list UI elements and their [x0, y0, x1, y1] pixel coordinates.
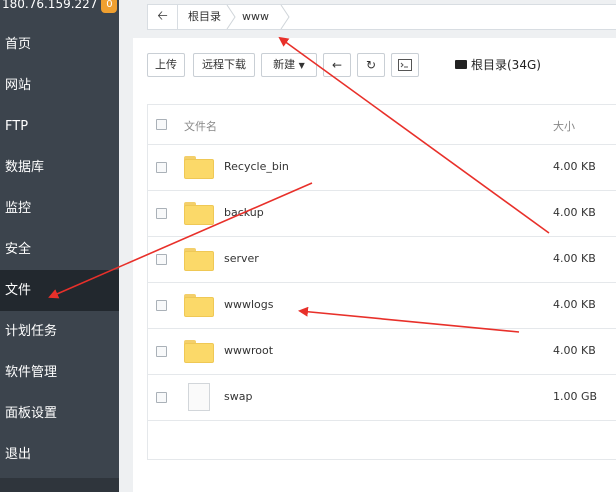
sidebar-item-label: 数据库: [5, 160, 45, 175]
row-checkbox[interactable]: [156, 346, 167, 357]
arrow-left-icon: 🡠: [157, 9, 168, 24]
row-checkbox[interactable]: [156, 392, 167, 403]
sidebar-item-label: 网站: [5, 78, 32, 93]
refresh-button[interactable]: ↻: [357, 53, 385, 77]
file-icon: [188, 383, 210, 411]
breadcrumb-separator-icon: [280, 5, 290, 29]
header-filename[interactable]: 文件名: [184, 118, 217, 134]
row-checkbox[interactable]: [156, 208, 167, 219]
breadcrumb-www[interactable]: www: [242, 5, 269, 29]
caret-down-icon: ▼: [298, 61, 305, 70]
back-button[interactable]: 🡠: [148, 5, 178, 29]
breadcrumb: 🡠 根目录 www: [147, 4, 616, 30]
disk-usage-text: 根目录(34G): [471, 58, 541, 72]
file-size: 1.00 GB: [553, 390, 598, 403]
file-size: 4.00 KB: [553, 206, 596, 219]
terminal-button[interactable]: [391, 53, 419, 77]
server-ip: 180.76.159.227: [2, 0, 98, 11]
folder-icon: [184, 294, 214, 317]
file-name[interactable]: Recycle_bin: [224, 160, 289, 173]
file-size: 4.00 KB: [553, 344, 596, 357]
file-size: 4.00 KB: [553, 298, 596, 311]
row-checkbox[interactable]: [156, 300, 167, 311]
file-name[interactable]: wwwroot: [224, 344, 273, 357]
row-checkbox[interactable]: [156, 162, 167, 173]
table-row[interactable]: wwwroot 4.00 KB: [148, 329, 616, 375]
sidebar-item-software[interactable]: 软件管理: [0, 352, 119, 393]
folder-icon: [184, 340, 214, 363]
sidebar-item-ftp[interactable]: FTP: [0, 106, 119, 147]
row-checkbox[interactable]: [156, 254, 167, 265]
remote-download-button[interactable]: 远程下载: [193, 53, 255, 77]
server-ip-label: 180.76.159.227 0: [0, 0, 119, 15]
sidebar-item-website[interactable]: 网站: [0, 65, 119, 106]
sidebar-item-cron[interactable]: 计划任务: [0, 311, 119, 352]
sidebar-item-label: 面板设置: [5, 406, 58, 421]
select-all-checkbox[interactable]: [156, 119, 167, 130]
notification-badge[interactable]: 0: [101, 0, 118, 13]
sidebar-item-label: 退出: [5, 447, 32, 462]
file-panel: 上传 远程下载 新建 ▼ ← ↻ 根目录(34G) 文件名 大小 Recycle…: [133, 38, 616, 492]
main-area: 🡠 根目录 www 上传 远程下载 新建 ▼ ← ↻ 根目录(34G) 文件名 …: [119, 0, 616, 492]
folder-icon: [184, 248, 214, 271]
table-row[interactable]: backup 4.00 KB: [148, 191, 616, 237]
new-button-label: 新建: [273, 58, 296, 71]
table-row[interactable]: Recycle_bin 4.00 KB: [148, 145, 616, 191]
breadcrumb-root[interactable]: 根目录: [188, 5, 221, 29]
header-size[interactable]: 大小: [553, 118, 575, 134]
sidebar-footer: [0, 478, 119, 492]
sidebar-item-files[interactable]: 文件: [0, 270, 119, 311]
back-dir-button[interactable]: ←: [323, 53, 351, 77]
sidebar-item-settings[interactable]: 面板设置: [0, 393, 119, 434]
upload-button[interactable]: 上传: [147, 53, 185, 77]
sidebar-item-label: 监控: [5, 201, 32, 216]
arrow-left-icon: ←: [331, 58, 343, 72]
sidebar-item-logout[interactable]: 退出: [0, 434, 119, 475]
sidebar-item-monitor[interactable]: 监控: [0, 188, 119, 229]
disk-icon: [455, 60, 467, 69]
table-header-row: 文件名 大小: [148, 105, 616, 145]
table-row[interactable]: swap 1.00 GB: [148, 375, 616, 421]
folder-icon: [184, 156, 214, 179]
breadcrumb-separator-icon: [226, 5, 236, 29]
file-size: 4.00 KB: [553, 160, 596, 173]
table-row[interactable]: server 4.00 KB: [148, 237, 616, 283]
sidebar-item-label: FTP: [5, 119, 29, 134]
file-name[interactable]: swap: [224, 390, 252, 403]
terminal-icon: [398, 59, 412, 71]
sidebar-item-database[interactable]: 数据库: [0, 147, 119, 188]
sidebar-item-label: 文件: [5, 283, 32, 298]
sidebar-item-label: 计划任务: [5, 324, 58, 339]
sidebar-item-home[interactable]: 首页: [0, 24, 119, 65]
table-row[interactable]: wwwlogs 4.00 KB: [148, 283, 616, 329]
sidebar-item-security[interactable]: 安全: [0, 229, 119, 270]
file-size: 4.00 KB: [553, 252, 596, 265]
folder-icon: [184, 202, 214, 225]
refresh-icon: ↻: [365, 58, 377, 72]
file-table: 文件名 大小 Recycle_bin 4.00 KB backup 4.00 K…: [147, 104, 616, 460]
file-name[interactable]: server: [224, 252, 259, 265]
sidebar: 180.76.159.227 0 首页 网站 FTP 数据库 监控 安全 文件 计…: [0, 0, 119, 492]
disk-usage-label: 根目录(34G): [455, 53, 541, 77]
sidebar-item-label: 安全: [5, 242, 32, 257]
sidebar-item-label: 软件管理: [5, 365, 58, 380]
file-name[interactable]: wwwlogs: [224, 298, 274, 311]
new-dropdown-button[interactable]: 新建 ▼: [261, 53, 317, 77]
file-name[interactable]: backup: [224, 206, 264, 219]
sidebar-item-label: 首页: [5, 37, 32, 52]
